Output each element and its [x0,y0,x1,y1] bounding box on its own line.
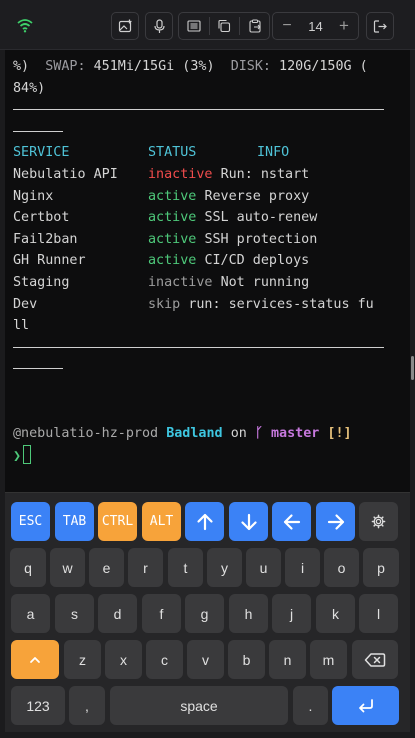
font-size-value-box: 14 [301,13,330,39]
enter-icon [358,698,373,712]
key-a[interactable]: a [11,594,50,633]
key-f[interactable]: f [142,594,181,633]
key-h[interactable]: h [229,594,268,633]
divider [13,337,402,359]
arrow-right-icon [327,513,344,530]
key-s[interactable]: s [55,594,94,633]
services-header: SERVICE STATUS INFO [13,145,290,161]
key-z[interactable]: z [64,640,101,679]
divider [13,358,402,380]
wifi-icon [16,16,34,34]
key-w[interactable]: w [50,548,85,587]
numbers-key[interactable]: 123 [11,686,65,725]
backspace-key[interactable] [352,640,398,679]
image-plus-icon [118,19,131,32]
terminal-output[interactable]: %) SWAP: 451Mi/15Gi (3%) DISK: 120G/150G… [5,50,410,492]
logout-icon [373,19,387,33]
key-l[interactable]: l [359,594,398,633]
space-key[interactable]: space [110,686,288,725]
service-row: Fail2ban active SSH protection [13,231,318,247]
arrow-right-key[interactable] [316,502,355,541]
service-row: Staging inactive Not running [13,274,310,290]
service-row: Nginx active Reverse proxy [13,188,310,204]
arrow-left-icon [283,513,300,530]
service-row: Dev skip run: services-status fu [13,296,374,312]
key-u[interactable]: u [246,548,281,587]
key-k[interactable]: k [316,594,355,633]
image-plus-button[interactable] [111,12,139,40]
virtual-keyboard: ESC TAB CTRL ALT q w e r t y u i o p a s… [5,492,410,732]
arrow-down-key[interactable] [229,502,268,541]
key-e[interactable]: e [89,548,124,587]
settings-key[interactable] [359,502,398,541]
terminal-line: ll [13,318,30,334]
logout-button[interactable] [366,12,394,40]
ctrl-key[interactable]: CTRL [98,502,137,541]
enter-key[interactable] [332,686,399,725]
font-size-value: 14 [308,18,323,34]
text-cursor [23,444,32,464]
prompt-line: @nebulatio-hz-prod Badland on ᚴ master [… [13,426,352,442]
shift-caret-icon [30,656,40,663]
key-p[interactable]: p [363,548,399,587]
key-q[interactable]: q [10,548,46,587]
keyboard-layout-icon [187,20,201,32]
select-button[interactable] [179,13,209,39]
divider [13,121,402,143]
resize-handle[interactable] [411,356,414,380]
font-size-control: − 14 + [272,12,359,40]
prompt-symbol: ❯ [13,448,22,464]
microphone-button[interactable] [145,12,173,40]
clipboard-group [178,12,270,40]
copy-icon [218,19,231,33]
alt-key[interactable]: ALT [142,502,181,541]
backspace-icon [364,652,386,667]
key-o[interactable]: o [324,548,359,587]
key-c[interactable]: c [146,640,183,679]
key-n[interactable]: n [269,640,306,679]
divider [13,99,402,121]
copy-button[interactable] [209,13,239,39]
key-t[interactable]: t [168,548,203,587]
minus-icon: − [282,17,292,34]
font-increase-button[interactable]: + [330,13,358,39]
arrow-up-key[interactable] [185,502,224,541]
terminal-line: %) SWAP: 451Mi/15Gi (3%) DISK: 120G/150G… [13,59,368,74]
period-key[interactable]: . [293,686,328,725]
key-v[interactable]: v [187,640,224,679]
gear-icon [371,514,386,529]
comma-key[interactable]: , [69,686,105,725]
input-line[interactable]: ❯ [13,444,402,467]
service-row: Certbot active SSL auto-renew [13,210,318,226]
font-decrease-button[interactable]: − [273,13,301,39]
arrow-down-icon [240,513,257,530]
paste-icon [249,19,261,33]
service-row: Nebulatio API inactive Run: nstart [13,166,310,182]
service-row: GH Runner active CI/CD deploys [13,253,310,269]
key-m[interactable]: m [310,640,347,679]
key-y[interactable]: y [207,548,242,587]
paste-button[interactable] [240,13,270,39]
terminal-line: 84%) [13,80,46,96]
key-g[interactable]: g [185,594,224,633]
top-toolbar: − 14 + [0,0,415,50]
key-b[interactable]: b [228,640,265,679]
shift-key[interactable] [11,640,59,679]
git-branch-icon: ᚴ [254,426,263,442]
key-x[interactable]: x [105,640,142,679]
tab-key[interactable]: TAB [55,502,94,541]
esc-key[interactable]: ESC [11,502,50,541]
plus-icon: + [339,16,349,35]
arrow-up-icon [196,513,213,530]
key-i[interactable]: i [285,548,320,587]
key-r[interactable]: r [128,548,163,587]
arrow-left-key[interactable] [272,502,311,541]
key-d[interactable]: d [98,594,137,633]
microphone-icon [153,18,165,33]
key-j[interactable]: j [272,594,311,633]
